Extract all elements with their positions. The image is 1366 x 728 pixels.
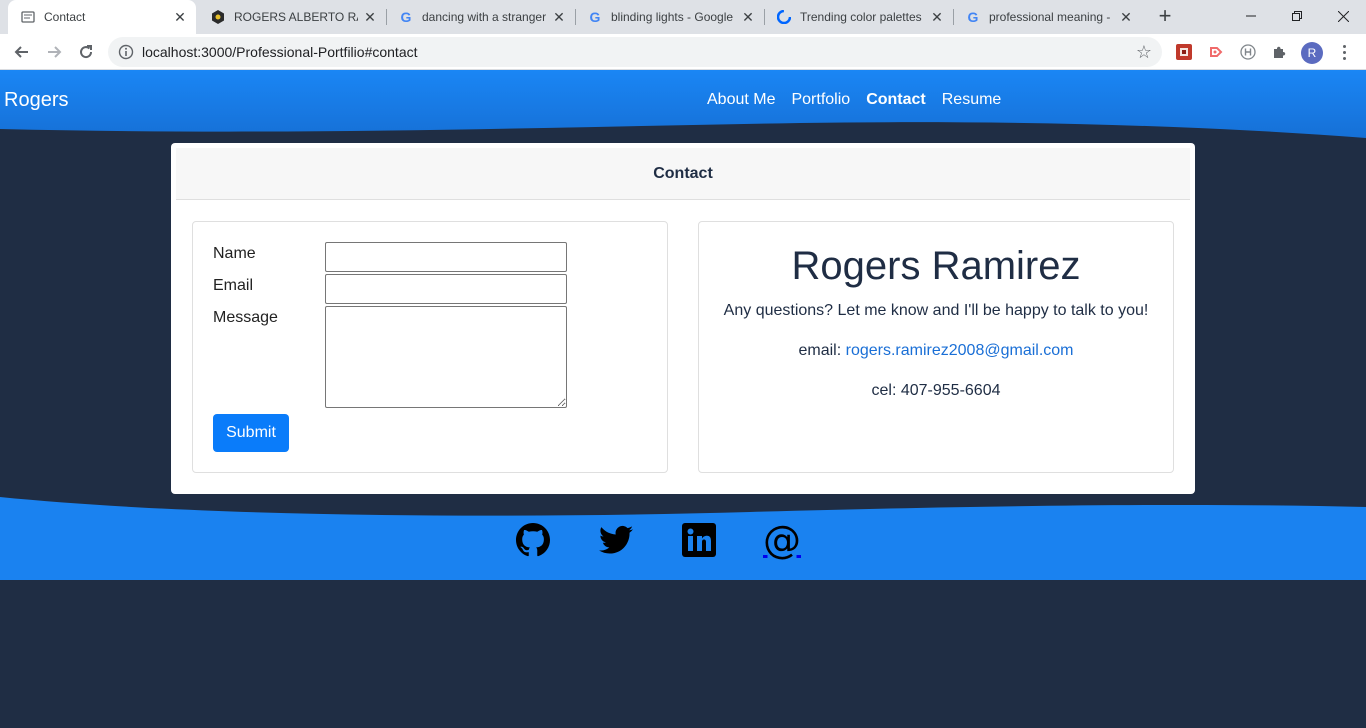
extension-red-icon[interactable] [1174,42,1194,62]
close-icon[interactable]: ✕ [929,9,945,25]
name-label: Name [213,245,256,262]
tab-title: Trending color palettes [800,10,922,24]
github-icon[interactable] [515,522,551,558]
close-icon[interactable]: ✕ [362,9,378,25]
header-wave-background [0,70,1366,138]
tab-professional-meaning[interactable]: G professional meaning - ✕ [953,0,1142,34]
contact-tagline: Any questions? Let me know and I'll be h… [723,302,1149,319]
site-nav: About Me Portfolio Contact Resume [707,91,1001,109]
submit-button[interactable]: Submit [213,414,289,452]
email-at-icon[interactable]: @ [763,521,801,559]
hex-logo-icon [210,9,226,25]
profile-avatar[interactable]: R [1301,42,1323,64]
google-icon: G [400,9,412,25]
email-label: Email [213,277,254,294]
email-prefix: email: [798,342,842,359]
email-link[interactable]: rogers.ramirez2008@gmail.com [846,342,1074,359]
tab-blinding-lights[interactable]: G blinding lights - Google ✕ [575,0,764,34]
tab-trending-color-palettes[interactable]: Trending color palettes ✕ [764,0,953,34]
new-tab-button[interactable]: + [1153,5,1177,29]
email-input[interactable] [325,274,567,304]
extensions-puzzle-icon[interactable] [1270,42,1290,62]
forward-button[interactable] [42,40,66,64]
tab-title: dancing with a stranger [422,10,547,24]
nav-about-me[interactable]: About Me [707,91,775,109]
coolors-icon [776,9,792,25]
page-icon [20,9,36,25]
twitter-icon[interactable] [598,522,634,558]
site-footer: @ [0,495,1366,580]
close-icon[interactable]: ✕ [740,9,756,25]
close-window-button[interactable] [1320,0,1366,32]
nav-contact[interactable]: Contact [866,91,926,109]
minimize-button[interactable] [1228,0,1274,32]
contact-phone: cel: 407-955-6604 [871,382,1001,399]
google-icon: G [589,9,601,25]
site-header: Rogers About Me Portfolio Contact Resume [0,70,1366,140]
restore-button[interactable] [1274,0,1320,32]
address-bar[interactable]: localhost:3000/Professional-Portfilio#co… [108,37,1162,67]
tab-title: professional meaning - [989,10,1111,24]
nav-portfolio[interactable]: Portfolio [791,91,850,109]
tab-dancing-with-a-stranger[interactable]: G dancing with a stranger ✕ [386,0,575,34]
tab-rogers-alberto[interactable]: ROGERS ALBERTO RAM ✕ [198,0,386,34]
contact-name: Rogers Ramirez [791,244,1081,288]
tab-contact[interactable]: Contact ✕ [8,0,196,34]
contact-form: Name Email Message Submit [192,221,668,473]
linkedin-icon[interactable] [681,522,717,558]
contact-card: Contact Name Email Message Submit Rogers… [171,143,1195,494]
info-icon[interactable] [118,44,134,60]
browser-tab-strip: Contact ✕ ROGERS ALBERTO RAM ✕ G dancing… [0,0,1366,34]
site-brand[interactable]: Rogers [4,89,68,112]
nav-resume[interactable]: Resume [942,91,1002,109]
close-icon[interactable]: ✕ [1118,9,1134,25]
extension-arrow-icon[interactable] [1206,42,1226,62]
close-icon[interactable]: ✕ [551,9,567,25]
url-text[interactable]: localhost:3000/Professional-Portfilio#co… [142,44,418,60]
browser-menu-icon[interactable] [1336,42,1352,62]
bookmark-star-icon[interactable]: ☆ [1134,42,1154,62]
tab-title: blinding lights - Google [611,10,734,24]
google-icon: G [967,9,979,25]
browser-toolbar: localhost:3000/Professional-Portfilio#co… [0,34,1366,70]
contact-info: Rogers Ramirez Any questions? Let me kno… [698,221,1174,473]
message-label: Message [213,309,278,326]
tab-title: ROGERS ALBERTO RAM [234,10,358,24]
extension-h-icon[interactable] [1238,42,1258,62]
close-icon[interactable]: ✕ [172,9,188,25]
card-title: Contact [176,148,1190,200]
tab-title: Contact [44,10,86,24]
contact-email-line: email: rogers.ramirez2008@gmail.com [699,342,1173,360]
reload-button[interactable] [74,40,98,64]
message-textarea[interactable] [325,306,567,408]
back-button[interactable] [10,40,34,64]
name-input[interactable] [325,242,567,272]
